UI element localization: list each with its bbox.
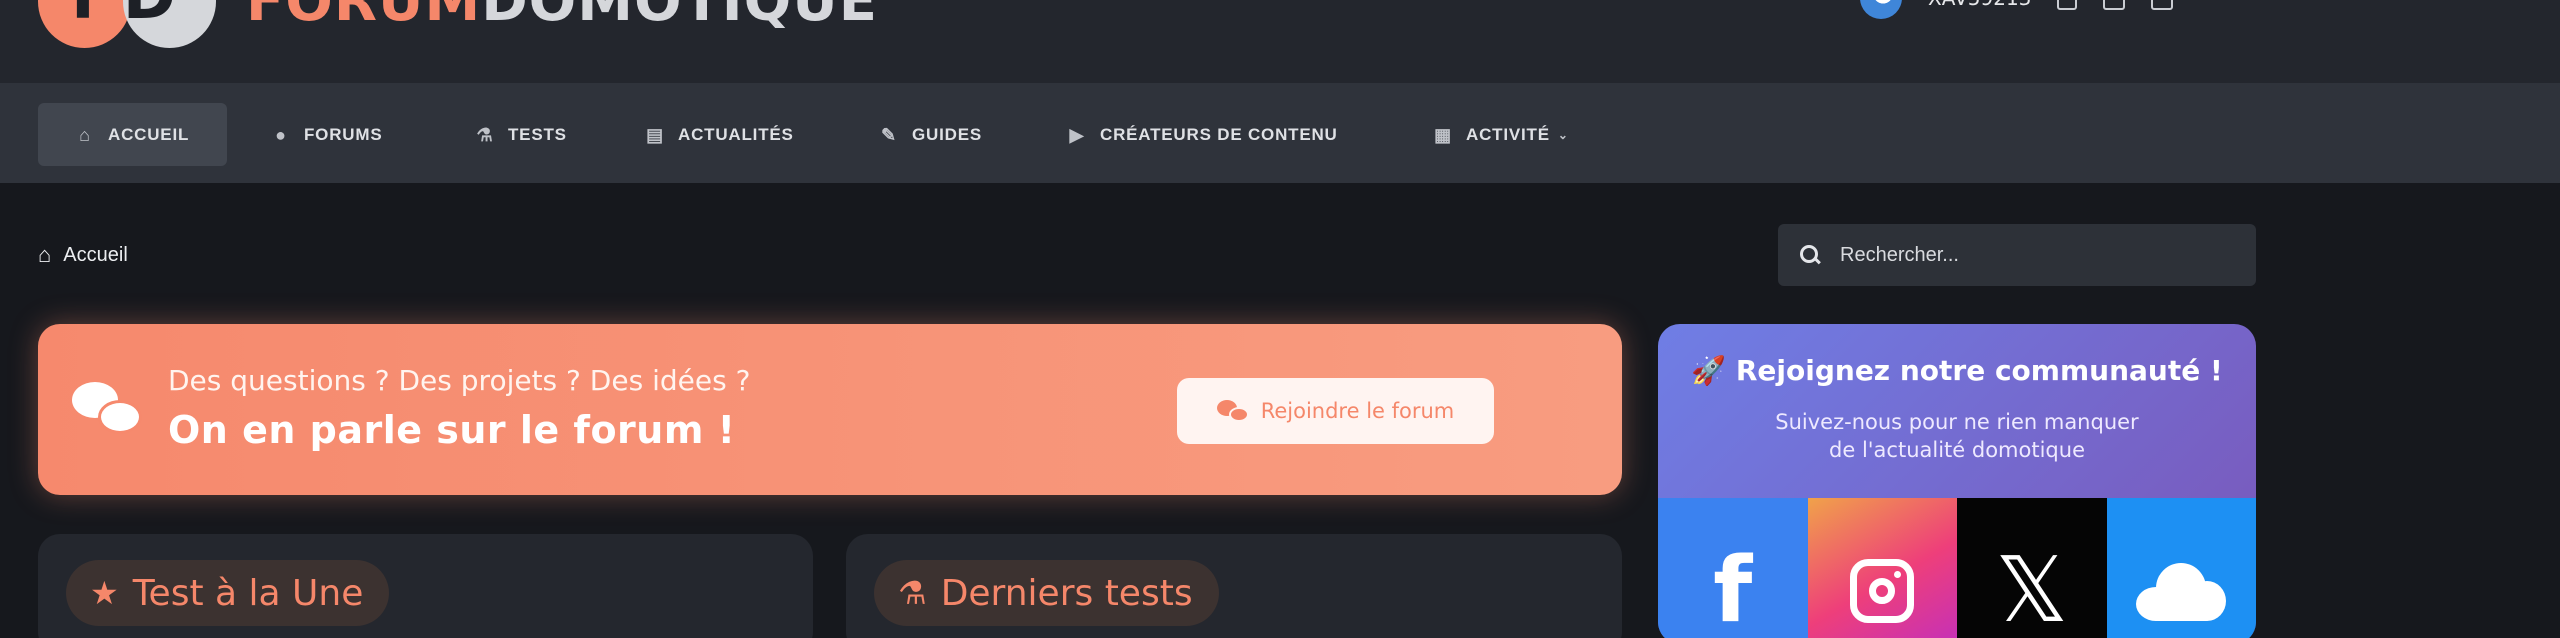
- community-subtitle-line2: de l'actualité domotique: [1829, 438, 2085, 462]
- featured-test-card: ★ Test à la Une: [38, 534, 813, 638]
- nav-item-forums[interactable]: ● FORUMS: [234, 103, 420, 166]
- wordmark-domotique: DOMOTIQUE: [481, 0, 878, 34]
- youtube-icon: ▶: [1069, 124, 1085, 145]
- search-box[interactable]: [1778, 224, 2256, 286]
- nav-item-createurs[interactable]: ▶ CRÉATEURS DE CONTENU: [1030, 103, 1376, 166]
- latest-tests-heading: ⚗ Derniers tests: [874, 560, 1219, 626]
- main-nav: ⌂ ACCUEIL ● FORUMS ⚗ TESTS ▤ ACTUALITÉS …: [0, 83, 2560, 183]
- facebook-icon: f: [1713, 538, 1753, 638]
- latest-tests-card: ⚗ Derniers tests: [846, 534, 1622, 638]
- banner-title: On en parle sur le forum !: [168, 408, 736, 452]
- edit-icon: ✎: [881, 124, 897, 145]
- nav-item-guides[interactable]: ✎ GUIDES: [842, 103, 1020, 166]
- flask-icon: ⚗: [476, 124, 494, 145]
- join-forum-label: Rejoindre le forum: [1260, 399, 1455, 423]
- breadcrumb-label: Accueil: [63, 243, 128, 266]
- join-forum-button[interactable]: Rejoindre le forum: [1177, 378, 1494, 444]
- comments-icon: [1216, 400, 1249, 422]
- avatar[interactable]: [1860, 0, 1902, 19]
- inbox-icon[interactable]: [2103, 0, 2126, 10]
- community-subtitle-line1: Suivez-nous pour ne rien manquer: [1775, 410, 2139, 434]
- site-header: FD FORUMDOMOTIQUE XAV59213: [0, 0, 2560, 83]
- newspaper-icon: ▤: [646, 124, 664, 145]
- user-menu: XAV59213: [1860, 0, 2174, 19]
- nav-label: CRÉATEURS DE CONTENU: [1100, 124, 1338, 144]
- nav-item-actualites[interactable]: ▤ ACTUALITÉS: [608, 103, 832, 166]
- nav-label: TESTS: [508, 124, 567, 144]
- flask-icon: ⚗: [898, 574, 927, 612]
- x-link[interactable]: 𝕏: [1957, 498, 2107, 638]
- latest-tests-title: Derniers tests: [940, 572, 1193, 614]
- bubble-front: [98, 400, 142, 434]
- nav-item-accueil[interactable]: ⌂ ACCUEIL: [38, 103, 228, 166]
- social-links: f 𝕏: [1658, 498, 2256, 638]
- home-icon: ⌂: [38, 242, 52, 267]
- community-title: 🚀 Rejoignez notre communauté !: [1691, 354, 2223, 387]
- nav-label: ACTUALITÉS: [678, 124, 794, 144]
- list-icon: ▦: [1434, 124, 1452, 145]
- bluesky-link[interactable]: [2106, 498, 2256, 638]
- site-logo[interactable]: FD: [38, 0, 223, 48]
- comments-icon: ●: [275, 124, 287, 145]
- nav-item-tests[interactable]: ⚗ TESTS: [438, 103, 605, 166]
- x-icon: 𝕏: [1995, 538, 2068, 638]
- star-icon: ★: [90, 574, 119, 612]
- banner-subtitle: Des questions ? Des projets ? Des idées …: [168, 364, 751, 397]
- cloud-icon: [2136, 561, 2227, 621]
- nav-label: ACCUEIL: [108, 124, 190, 144]
- featured-test-title: Test à la Une: [132, 572, 364, 614]
- nav-label: FORUMS: [304, 124, 383, 144]
- chevron-down-icon: ⌄: [1557, 127, 1569, 142]
- home-icon: ⌂: [79, 124, 91, 145]
- logo-monogram: FD: [71, 0, 184, 39]
- search-icon[interactable]: [1800, 245, 1820, 265]
- site-wordmark[interactable]: FORUMDOMOTIQUE: [246, 0, 878, 32]
- nav-item-activite[interactable]: ▦ ACTIVITÉ ⌄: [1396, 103, 1607, 166]
- forum-banner: Des questions ? Des projets ? Des idées …: [38, 324, 1622, 495]
- search-input[interactable]: [1840, 243, 2220, 267]
- instagram-icon: [1850, 559, 1915, 623]
- bell-icon[interactable]: [2057, 0, 2078, 10]
- breadcrumb[interactable]: ⌂ Accueil: [38, 240, 128, 270]
- nav-label: ACTIVITÉ: [1466, 124, 1550, 144]
- clipboard-icon[interactable]: [2151, 0, 2174, 10]
- comments-icon: [72, 382, 144, 438]
- community-widget: 🚀 Rejoignez notre communauté ! Suivez-no…: [1658, 324, 2256, 638]
- username[interactable]: XAV59213: [1928, 0, 2031, 10]
- wordmark-forum: FORUM: [246, 0, 482, 34]
- instagram-link[interactable]: [1807, 498, 1957, 638]
- nav-label: GUIDES: [912, 124, 982, 144]
- facebook-link[interactable]: f: [1658, 498, 1808, 638]
- featured-test-heading: ★ Test à la Une: [66, 560, 390, 626]
